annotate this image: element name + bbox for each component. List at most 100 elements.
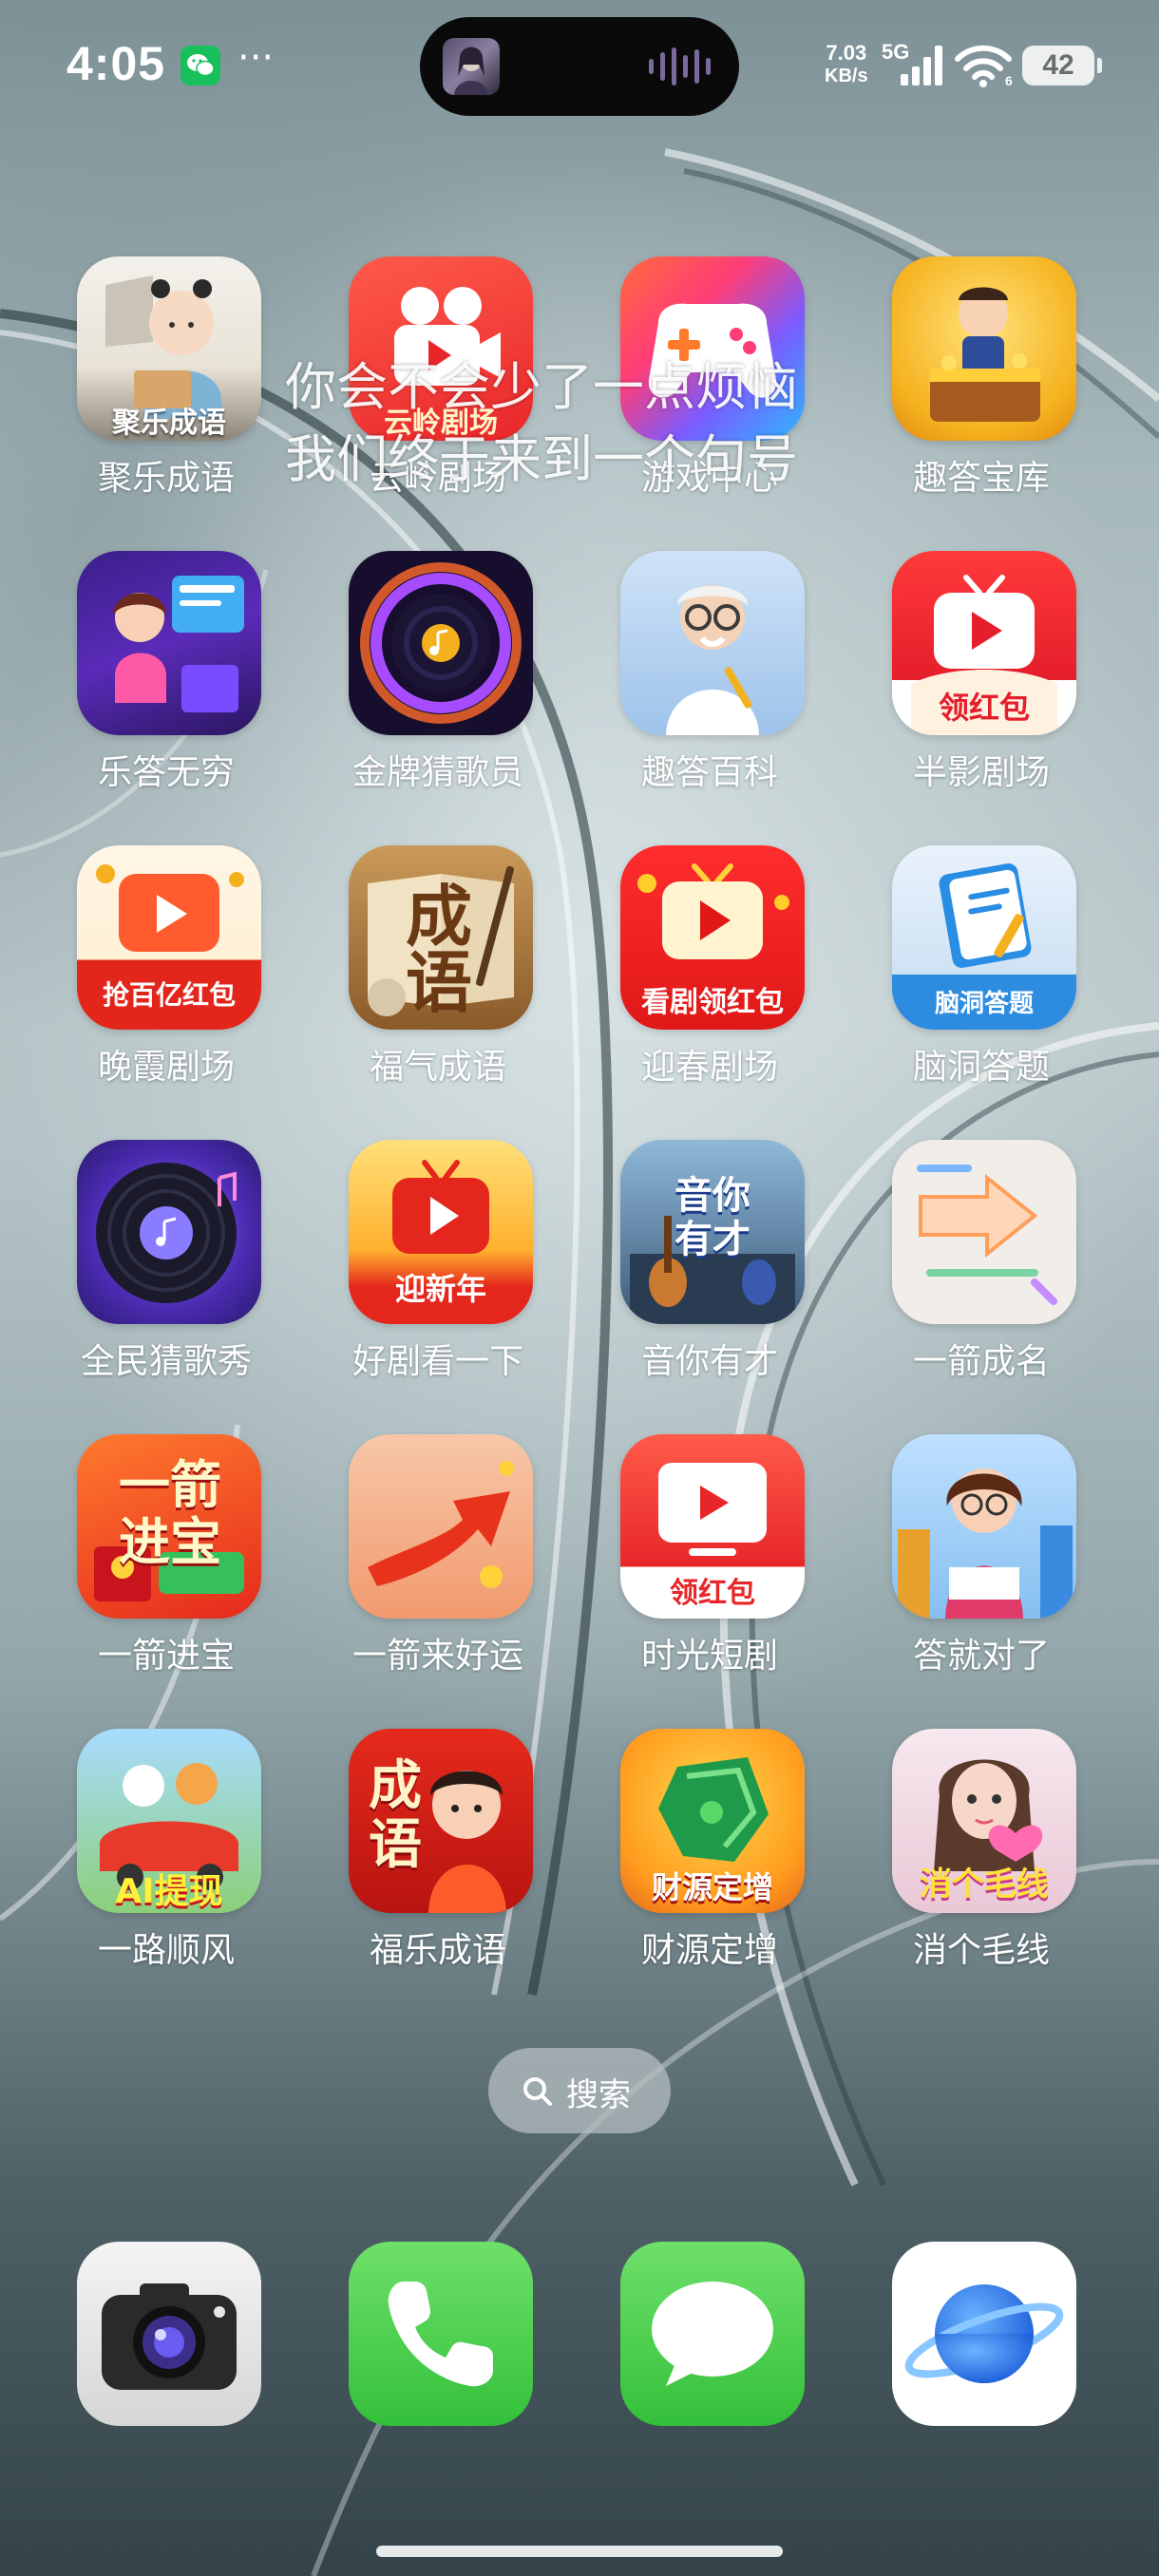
audio-waveform-icon [649,46,711,87]
app-dajiuduile[interactable]: 答就对了 [874,1434,1089,1676]
app-label: 好剧看一下 [352,1342,523,1381]
status-bar: 4:05 ··· 7.03 KB/s 5G 6 42 [0,0,1159,133]
home-indicator[interactable] [376,2546,783,2557]
app-yingchunjuchang[interactable]: 看剧领红包 迎春剧场 [602,845,817,1087]
notebook-icon: 脑洞答题 [892,845,1076,1030]
icon-badge-text: 成语 [369,1755,422,1876]
icon-badge-text: 领红包 [938,690,1030,726]
monitor-play-icon: 领红包 [620,1434,805,1619]
app-naodongdati[interactable]: 脑洞答题 脑洞答题 [874,845,1089,1087]
icon-badge-text: 脑洞答题 [934,990,1034,1018]
music-disc-icon [349,551,533,735]
app-label: 福气成语 [369,1048,506,1087]
app-label: 一路顺风 [97,1931,235,1970]
app-qudabaoku[interactable]: 趣答宝库 [874,256,1089,498]
icon-badge-text: 财源定增 [651,1869,773,1905]
red-arrow-icon [349,1434,533,1619]
reading-girl-icon [892,1434,1076,1619]
status-time: 4:05 [66,37,166,90]
wifi-icon: 6 [955,45,1013,87]
app-label: 半影剧场 [912,753,1050,792]
app-label: 音你有才 [640,1342,778,1381]
app-label: 晚霞剧场 [97,1048,235,1087]
professor-icon [620,551,805,735]
icon-badge-text: 音你有才 [674,1174,750,1261]
app-yinniyoucai[interactable]: 音你有才 音你有才 [602,1140,817,1381]
app-haojukanyixia[interactable]: 迎新年 好剧看一下 [331,1140,545,1381]
search-label: 搜索 [566,2076,631,2114]
red-envelope-icon: 一箭进宝 [77,1434,261,1619]
guitar-studio-icon: 音你有才 [620,1140,805,1324]
tv-play-icon: 领红包 [892,551,1076,735]
app-julechengyu[interactable]: 聚乐成语 聚乐成语 [59,256,274,498]
subtitle-line-2: 我们终于来到一个句号 [285,429,798,489]
arrow-maze-icon [892,1140,1076,1324]
tv-play-icon: 迎新年 [349,1140,533,1324]
app-label: 一箭进宝 [97,1637,235,1676]
app-label: 聚乐成语 [97,459,235,498]
app-label: 迎春剧场 [640,1048,778,1087]
app-label: 脑洞答题 [912,1048,1050,1087]
app-label: 全民猜歌秀 [80,1342,252,1381]
app-label: 时光短剧 [640,1637,778,1676]
app-label: 答就对了 [912,1637,1050,1676]
messages-app[interactable] [620,2242,805,2426]
icon-badge-text: 聚乐成语 [112,407,226,440]
app-yijianlaihaoyun[interactable]: 一箭来好运 [331,1434,545,1676]
app-wanxiajuchang[interactable]: 抢百亿红包 晚霞剧场 [59,845,274,1087]
icon-badge-text: AI提现 [115,1872,223,1911]
festive-boy-icon: 成语 [349,1729,533,1913]
icon-badge-text: 看剧领红包 [641,986,784,1019]
tv-play-icon: 抢百亿红包 [77,845,261,1030]
app-jinpaicaigeyuan[interactable]: 金牌猜歌员 [331,551,545,792]
cartoon-car-icon: AI提现 [77,1729,261,1913]
app-label: 财源定增 [640,1931,778,1970]
search-icon [523,2077,552,2106]
app-qudabaike[interactable]: 趣答百科 [602,551,817,792]
video-subtitle-overlay: 你会不会少了一点烦恼 我们终于来到一个句号 [285,351,893,496]
app-quanmincaigexiu[interactable]: 全民猜歌秀 [59,1140,274,1381]
chinese-book-icon: 成语 [349,845,533,1030]
app-yijianjinbao[interactable]: 一箭进宝 一箭进宝 [59,1434,274,1676]
treasure-chest-icon [892,256,1076,441]
app-fulechengyu[interactable]: 成语 福乐成语 [331,1729,545,1970]
camera-app[interactable] [77,2242,261,2426]
app-shiguangduanju[interactable]: 领红包 时光短剧 [602,1434,817,1676]
jade-rock-icon: 财源定增 [620,1729,805,1913]
search-button[interactable]: 搜索 [488,2048,671,2133]
browser-app[interactable] [892,2242,1076,2426]
app-xiaogemaoxian[interactable]: 消个毛线 消个毛线 [874,1729,1089,1970]
app-label: 一箭成名 [912,1342,1050,1381]
yarn-girl-icon: 消个毛线 [892,1729,1076,1913]
now-playing-thumbnail [443,38,500,95]
app-caiyuandingzeng[interactable]: 财源定增 财源定增 [602,1729,817,1970]
phone-icon [388,2282,493,2387]
icon-badge-text: 一箭进宝 [119,1455,221,1572]
idiom-boy-icon: 聚乐成语 [77,256,261,441]
app-yijianchengming[interactable]: 一箭成名 [874,1140,1089,1381]
app-label: 乐答无穷 [97,753,235,792]
app-label: 趣答百科 [640,753,778,792]
icon-badge-text: 迎新年 [394,1271,486,1307]
app-fuqichengyu[interactable]: 成语 福气成语 [331,845,545,1087]
signal-icon [901,46,942,85]
app-yilushunfeng[interactable]: AI提现 一路顺风 [59,1729,274,1970]
app-label: 金牌猜歌员 [352,753,523,792]
icon-badge-text: 成语 [406,878,472,1022]
subtitle-line-1: 你会不会少了一点烦恼 [285,357,798,417]
app-label: 消个毛线 [912,1931,1050,1970]
phone-app[interactable] [349,2242,533,2426]
more-notifications-icon: ··· [238,36,275,80]
icon-badge-text: 领红包 [670,1577,755,1610]
app-banyingjuchang[interactable]: 领红包 半影剧场 [874,551,1089,792]
wifi-badge: 6 [1005,73,1013,87]
dynamic-island[interactable] [420,17,739,116]
quiz-girl-icon [77,551,261,735]
app-label: 一箭来好运 [352,1637,523,1676]
app-label: 福乐成语 [369,1931,506,1970]
wechat-notification-icon [180,46,220,85]
icon-badge-text: 抢百亿红包 [102,979,236,1011]
app-ledawuqiong[interactable]: 乐答无穷 [59,551,274,792]
messages-icon [652,2282,773,2386]
battery-level: 42 [1042,49,1074,81]
